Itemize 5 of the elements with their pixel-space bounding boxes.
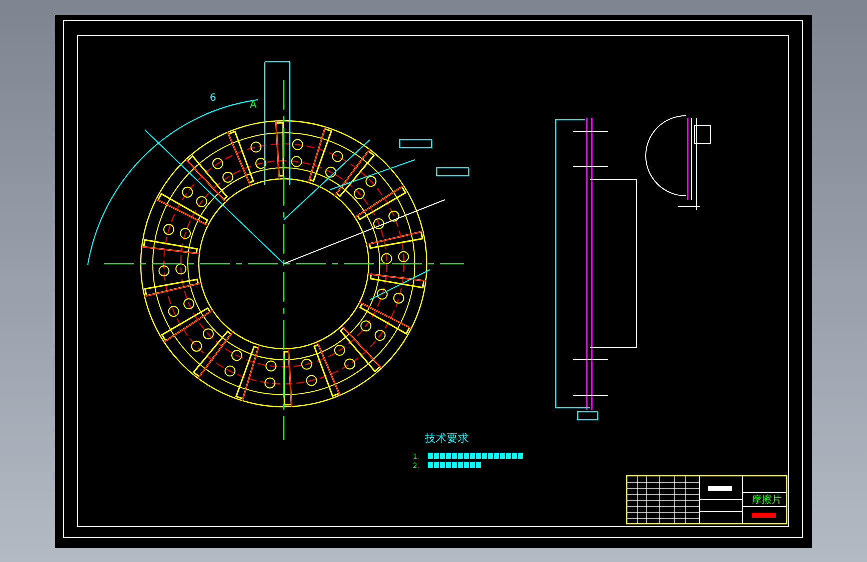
datum-label: A <box>250 100 257 111</box>
part-name: 摩擦片 <box>752 495 782 506</box>
note-line-drawing <box>428 462 481 468</box>
dimension-label: 6 <box>210 93 216 104</box>
requirements-title: 技术要求 <box>425 432 469 445</box>
